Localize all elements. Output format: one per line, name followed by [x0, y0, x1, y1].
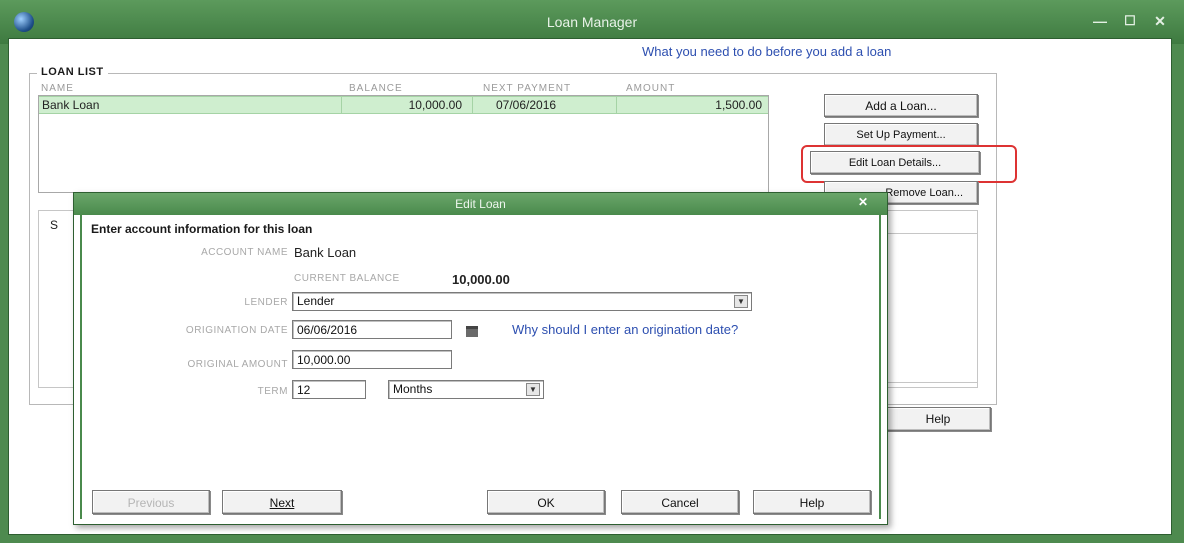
calendar-icon[interactable] [466, 326, 478, 337]
original-amount-input[interactable] [292, 350, 452, 369]
origination-date-input[interactable] [292, 320, 452, 339]
row-divider [341, 96, 342, 114]
loan-list-legend: LOAN LIST [37, 66, 108, 78]
original-amount-label: ORIGINAL AMOUNT [187, 359, 288, 370]
maximize-icon[interactable]: ☐ [1120, 12, 1140, 30]
term-unit-value: Months [393, 382, 433, 396]
column-header-next-payment[interactable]: NEXT PAYMENT [483, 83, 571, 94]
origination-date-label: ORIGINATION DATE [185, 325, 288, 336]
lender-label: LENDER [244, 297, 288, 308]
summary-detail-panel [880, 233, 978, 383]
loan-balance-cell: 10,000.00 [408, 98, 462, 112]
column-header-amount[interactable]: AMOUNT [626, 83, 675, 94]
term-unit-dropdown-icon[interactable]: ▼ [526, 383, 540, 396]
row-divider [616, 96, 617, 114]
close-icon[interactable]: ✕ [1150, 12, 1170, 30]
current-balance-label: CURRENT BALANCE [294, 273, 400, 284]
term-label: TERM [257, 386, 288, 397]
ok-button[interactable]: OK [487, 490, 605, 514]
dialog-close-icon[interactable]: ✕ [858, 195, 868, 209]
window-title: Loan Manager [546, 14, 638, 30]
row-divider [472, 96, 473, 114]
set-up-payment-button[interactable]: Set Up Payment... [824, 123, 978, 146]
lender-select[interactable]: Lender [292, 292, 752, 311]
column-header-balance[interactable]: BALANCE [349, 83, 403, 94]
next-button[interactable]: Next [222, 490, 342, 514]
edit-loan-highlight [801, 145, 1017, 183]
current-balance-value: 10,000.00 [452, 272, 510, 287]
minimize-icon[interactable]: — [1090, 12, 1110, 30]
cancel-button[interactable]: Cancel [621, 490, 739, 514]
term-input[interactable] [292, 380, 366, 399]
account-name-label: ACCOUNT NAME [201, 247, 288, 258]
account-name-value: Bank Loan [294, 245, 357, 260]
dialog-heading: Enter account information for this loan [91, 222, 313, 236]
dialog-title: Edit Loan [455, 197, 506, 211]
lender-value: Lender [297, 294, 335, 308]
origination-date-link[interactable]: Why should I enter an origination date? [512, 322, 738, 337]
summary-legend: S [48, 218, 61, 232]
column-header-name[interactable]: NAME [41, 83, 74, 94]
add-loan-button[interactable]: Add a Loan... [824, 94, 978, 117]
loan-name-cell: Bank Loan [42, 98, 100, 112]
lender-dropdown-icon[interactable]: ▼ [734, 295, 748, 308]
term-unit-select[interactable]: Months [388, 380, 544, 399]
help-button[interactable]: Help [885, 407, 991, 431]
previous-button[interactable]: Previous [92, 490, 210, 514]
before-add-loan-link[interactable]: What you need to do before you add a loa… [642, 44, 891, 59]
loan-amount-cell: 1,500.00 [715, 98, 762, 112]
dialog-help-button[interactable]: Help [753, 490, 871, 514]
loan-next-payment-cell: 07/06/2016 [496, 98, 557, 112]
